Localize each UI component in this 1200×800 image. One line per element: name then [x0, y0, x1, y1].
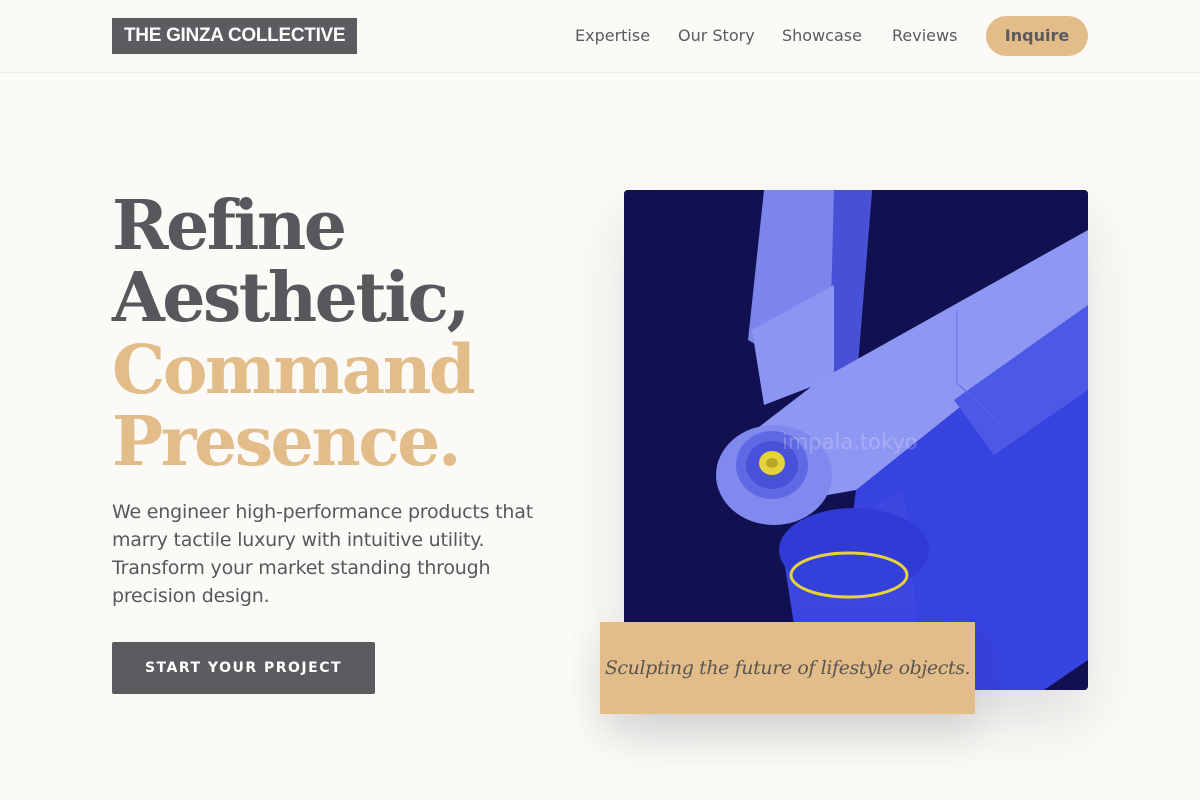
headline-line-1: Refine: [112, 186, 347, 266]
brand-logo[interactable]: THE GINZA COLLECTIVE: [112, 18, 358, 54]
hero-product-image: impala.tokyo: [624, 190, 1088, 690]
nav-link-expertise[interactable]: Expertise: [575, 25, 650, 47]
headline-line-4: Presence.: [112, 402, 462, 482]
hero-headline: Refine Aesthetic, Command Presence.: [112, 190, 572, 478]
nav-link-our-story[interactable]: Our Story: [678, 25, 755, 47]
nav-link-showcase[interactable]: Showcase: [782, 25, 862, 47]
inquire-button[interactable]: Inquire: [986, 16, 1088, 56]
start-project-button[interactable]: START YOUR PROJECT: [112, 642, 375, 694]
headline-line-2: Aesthetic,: [112, 258, 470, 338]
hero-description: We engineer high-performance products th…: [112, 501, 533, 607]
image-watermark: impala.tokyo: [782, 430, 918, 454]
image-caption: Sculpting the future of lifestyle object…: [600, 622, 975, 714]
nav-link-reviews[interactable]: Reviews: [892, 25, 957, 47]
headline-line-3: Command: [112, 330, 476, 409]
site-header: THE GINZA COLLECTIVE Expertise Our Story…: [0, 0, 1200, 73]
